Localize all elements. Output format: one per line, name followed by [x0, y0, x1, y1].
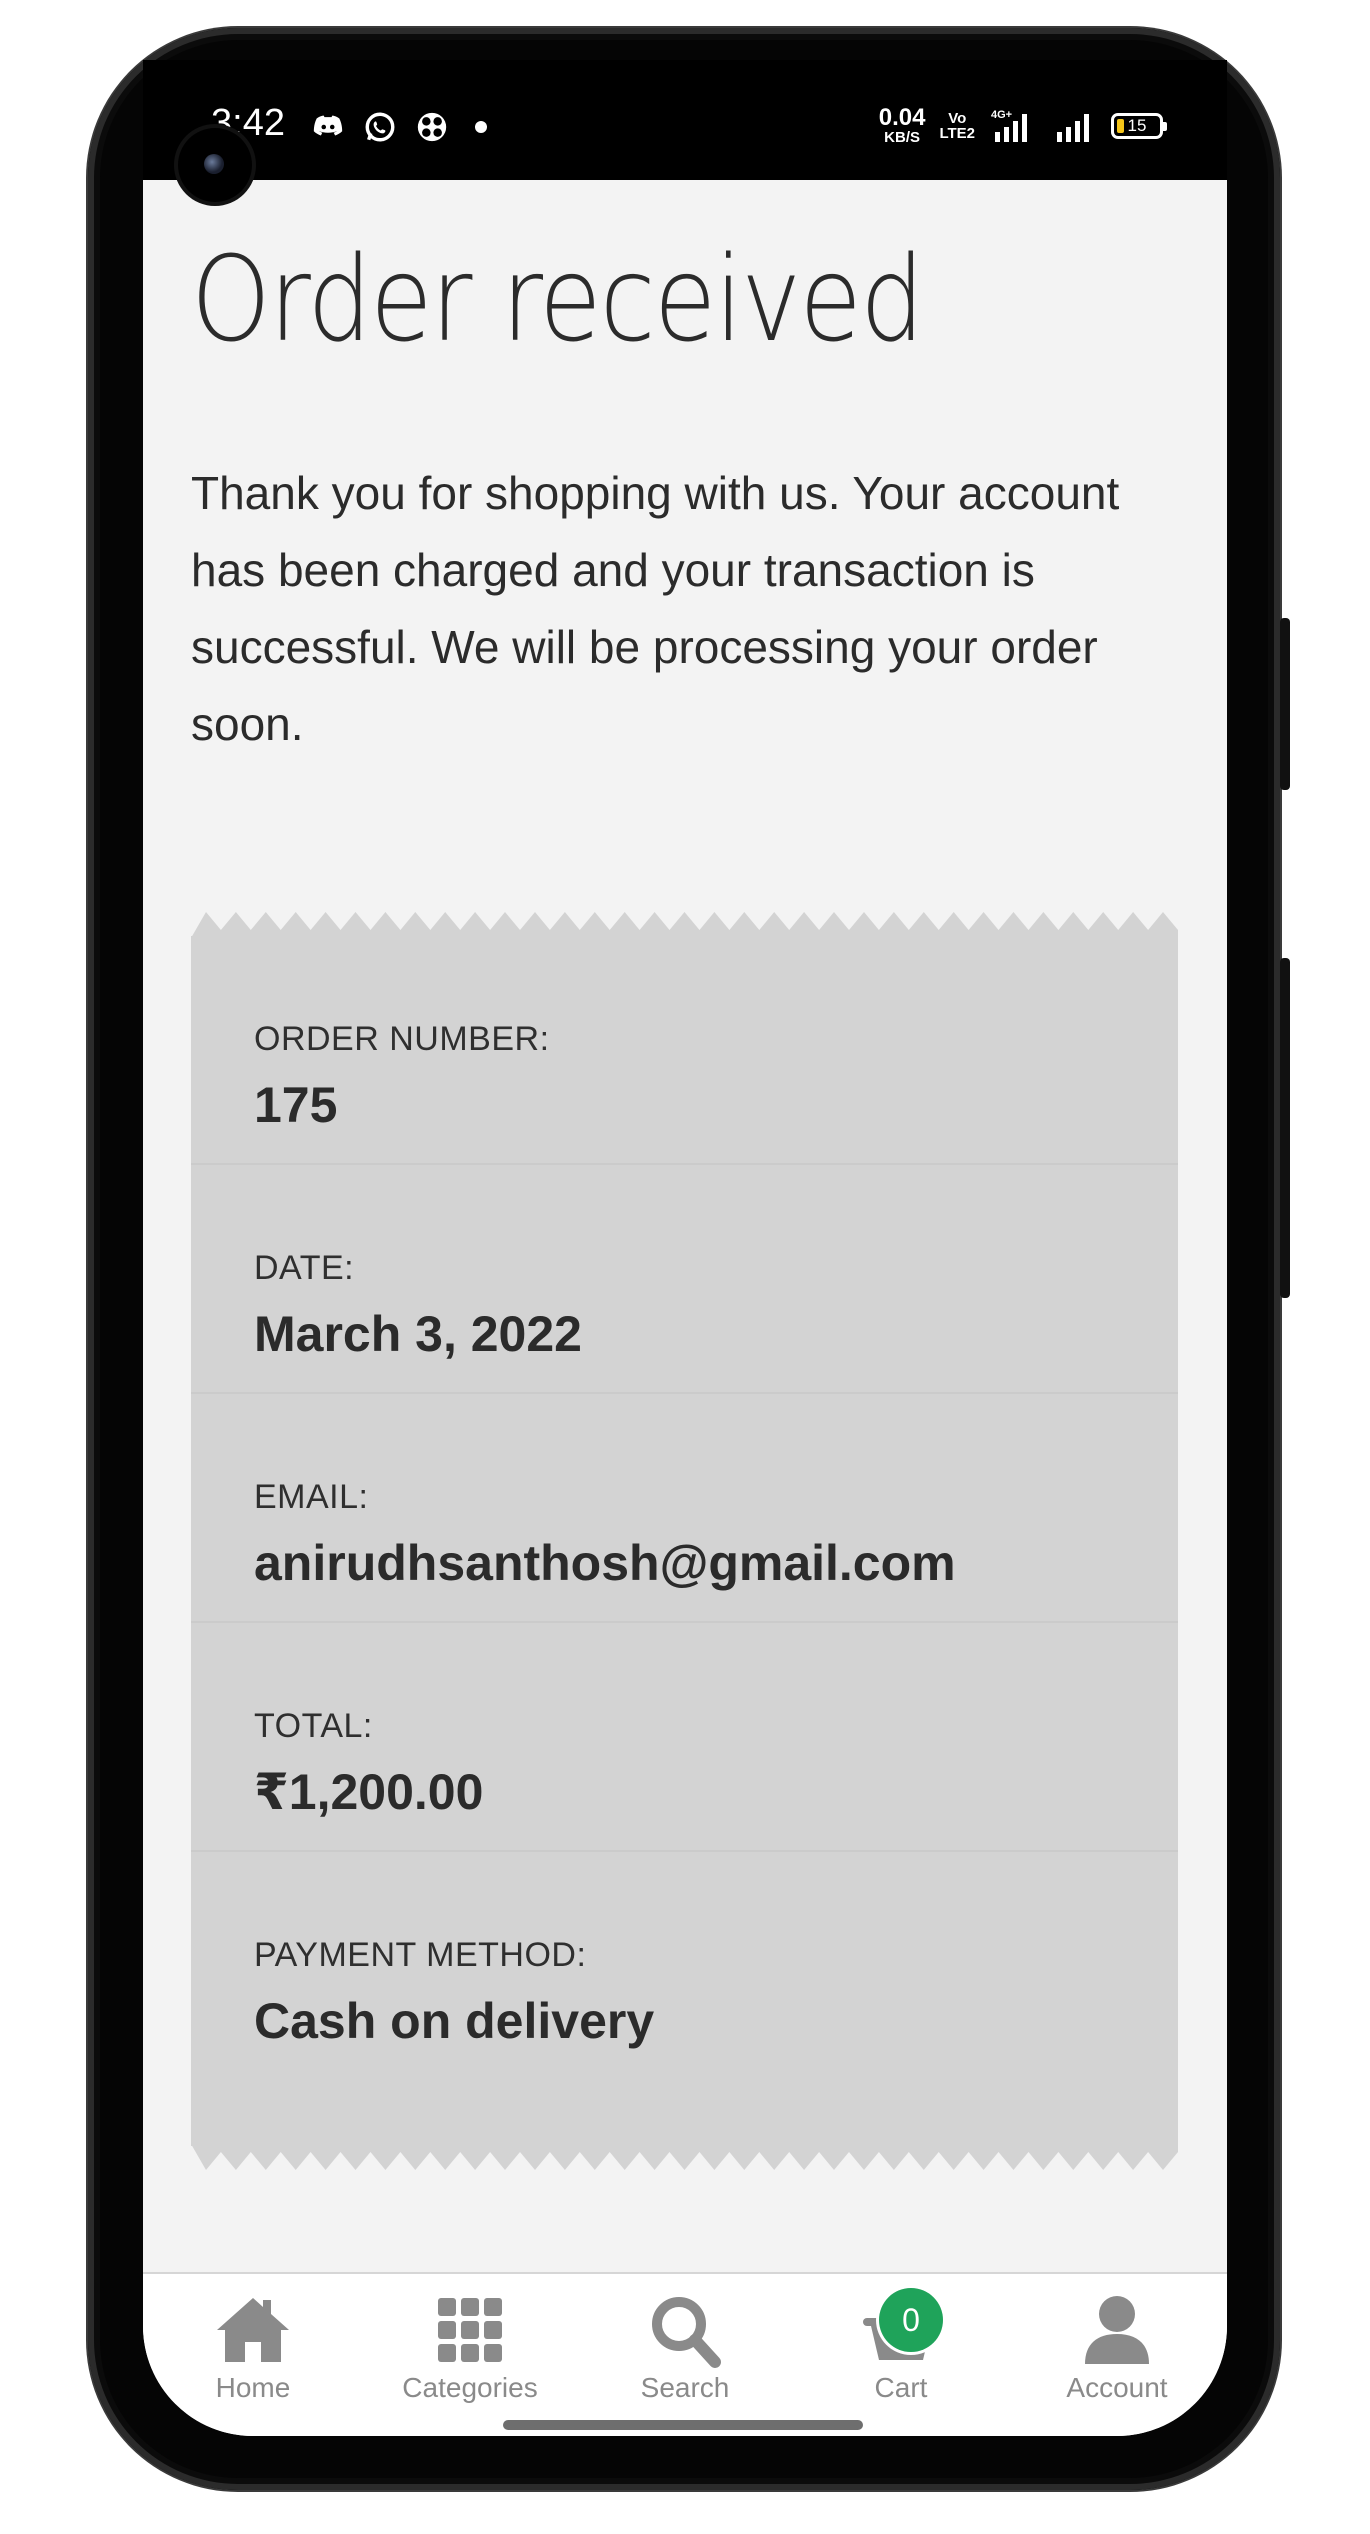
date-value: March 3, 2022	[254, 1306, 582, 1362]
cart-count-badge: 0	[879, 2288, 943, 2352]
whatsapp-icon	[365, 112, 395, 142]
nav-home-label: Home	[215, 2372, 291, 2403]
search-icon	[652, 2297, 721, 2368]
date-label: DATE:	[254, 1249, 355, 1287]
nav-search-label: Search	[640, 2372, 730, 2403]
nav-categories[interactable]: Categories	[380, 2292, 560, 2422]
fan-icon	[417, 112, 447, 142]
nav-cart-label: Cart	[874, 2372, 928, 2403]
order-number-row: ORDER NUMBER: 175	[191, 936, 1178, 1165]
confirmation-message: Thank you for shopping with us. Your acc…	[191, 467, 1120, 750]
payment-method-value: Cash on delivery	[254, 1993, 655, 2049]
battery-icon: 15	[1111, 112, 1167, 139]
front-camera	[178, 128, 252, 202]
notification-icons	[311, 110, 487, 144]
page-title: Order received	[191, 230, 925, 368]
receipt-zigzag-top	[191, 912, 1178, 938]
status-bar: 3:42 0.04 KB/S Vo LTE2 4G+ 15	[143, 60, 1227, 180]
nav-account[interactable]: Account	[1027, 2292, 1207, 2422]
home-icon	[217, 2298, 289, 2362]
nav-categories-label: Categories	[402, 2372, 538, 2403]
nav-cart[interactable]: 0 Cart	[811, 2288, 991, 2422]
nav-account-label: Account	[1066, 2372, 1168, 2403]
receipt-body: ORDER NUMBER: 175 DATE: March 3, 2022 EM…	[191, 936, 1178, 2146]
order-details-receipt: ORDER NUMBER: 175 DATE: March 3, 2022 EM…	[191, 910, 1178, 2172]
payment-method-label: PAYMENT METHOD:	[254, 1936, 587, 1974]
payment-method-row: PAYMENT METHOD: Cash on delivery	[191, 1852, 1178, 2081]
signal-icon	[1057, 113, 1089, 142]
signal-4g-icon: 4G+	[991, 109, 1027, 142]
grid-icon	[438, 2298, 502, 2362]
bottom-navigation: Home Categories Search 0 Cart Account	[143, 2272, 1227, 2436]
email-row: EMAIL: anirudhsanthosh@gmail.com	[191, 1394, 1178, 1623]
dot-icon	[475, 121, 487, 133]
user-icon	[1085, 2296, 1149, 2364]
discord-icon	[313, 115, 343, 136]
receipt-zigzag-bottom	[191, 2144, 1178, 2170]
nav-search[interactable]: Search	[595, 2292, 775, 2422]
email-value: anirudhsanthosh@gmail.com	[254, 1535, 956, 1591]
date-row: DATE: March 3, 2022	[191, 1165, 1178, 1394]
order-number-value: 175	[254, 1077, 338, 1133]
total-label: TOTAL:	[254, 1707, 373, 1745]
screen: 3:42 0.04 KB/S Vo LTE2 4G+ 15 Order rece…	[143, 60, 1227, 2436]
nav-home[interactable]: Home	[163, 2292, 343, 2422]
network-speed: 0.04 KB/S	[878, 104, 926, 146]
total-value: ₹1,200.00	[254, 1764, 484, 1820]
volume-button	[1280, 618, 1290, 790]
order-number-label: ORDER NUMBER:	[254, 1020, 550, 1058]
power-button	[1280, 958, 1290, 1298]
gesture-home-indicator[interactable]	[503, 2420, 863, 2430]
total-row: TOTAL: ₹1,200.00	[191, 1623, 1178, 1852]
email-label: EMAIL:	[254, 1478, 369, 1516]
volte-indicator: Vo LTE2	[939, 109, 975, 142]
svg-text:4G+: 4G+	[991, 109, 1012, 121]
status-indicators: 0.04 KB/S Vo LTE2 4G+ 15	[878, 104, 1167, 146]
